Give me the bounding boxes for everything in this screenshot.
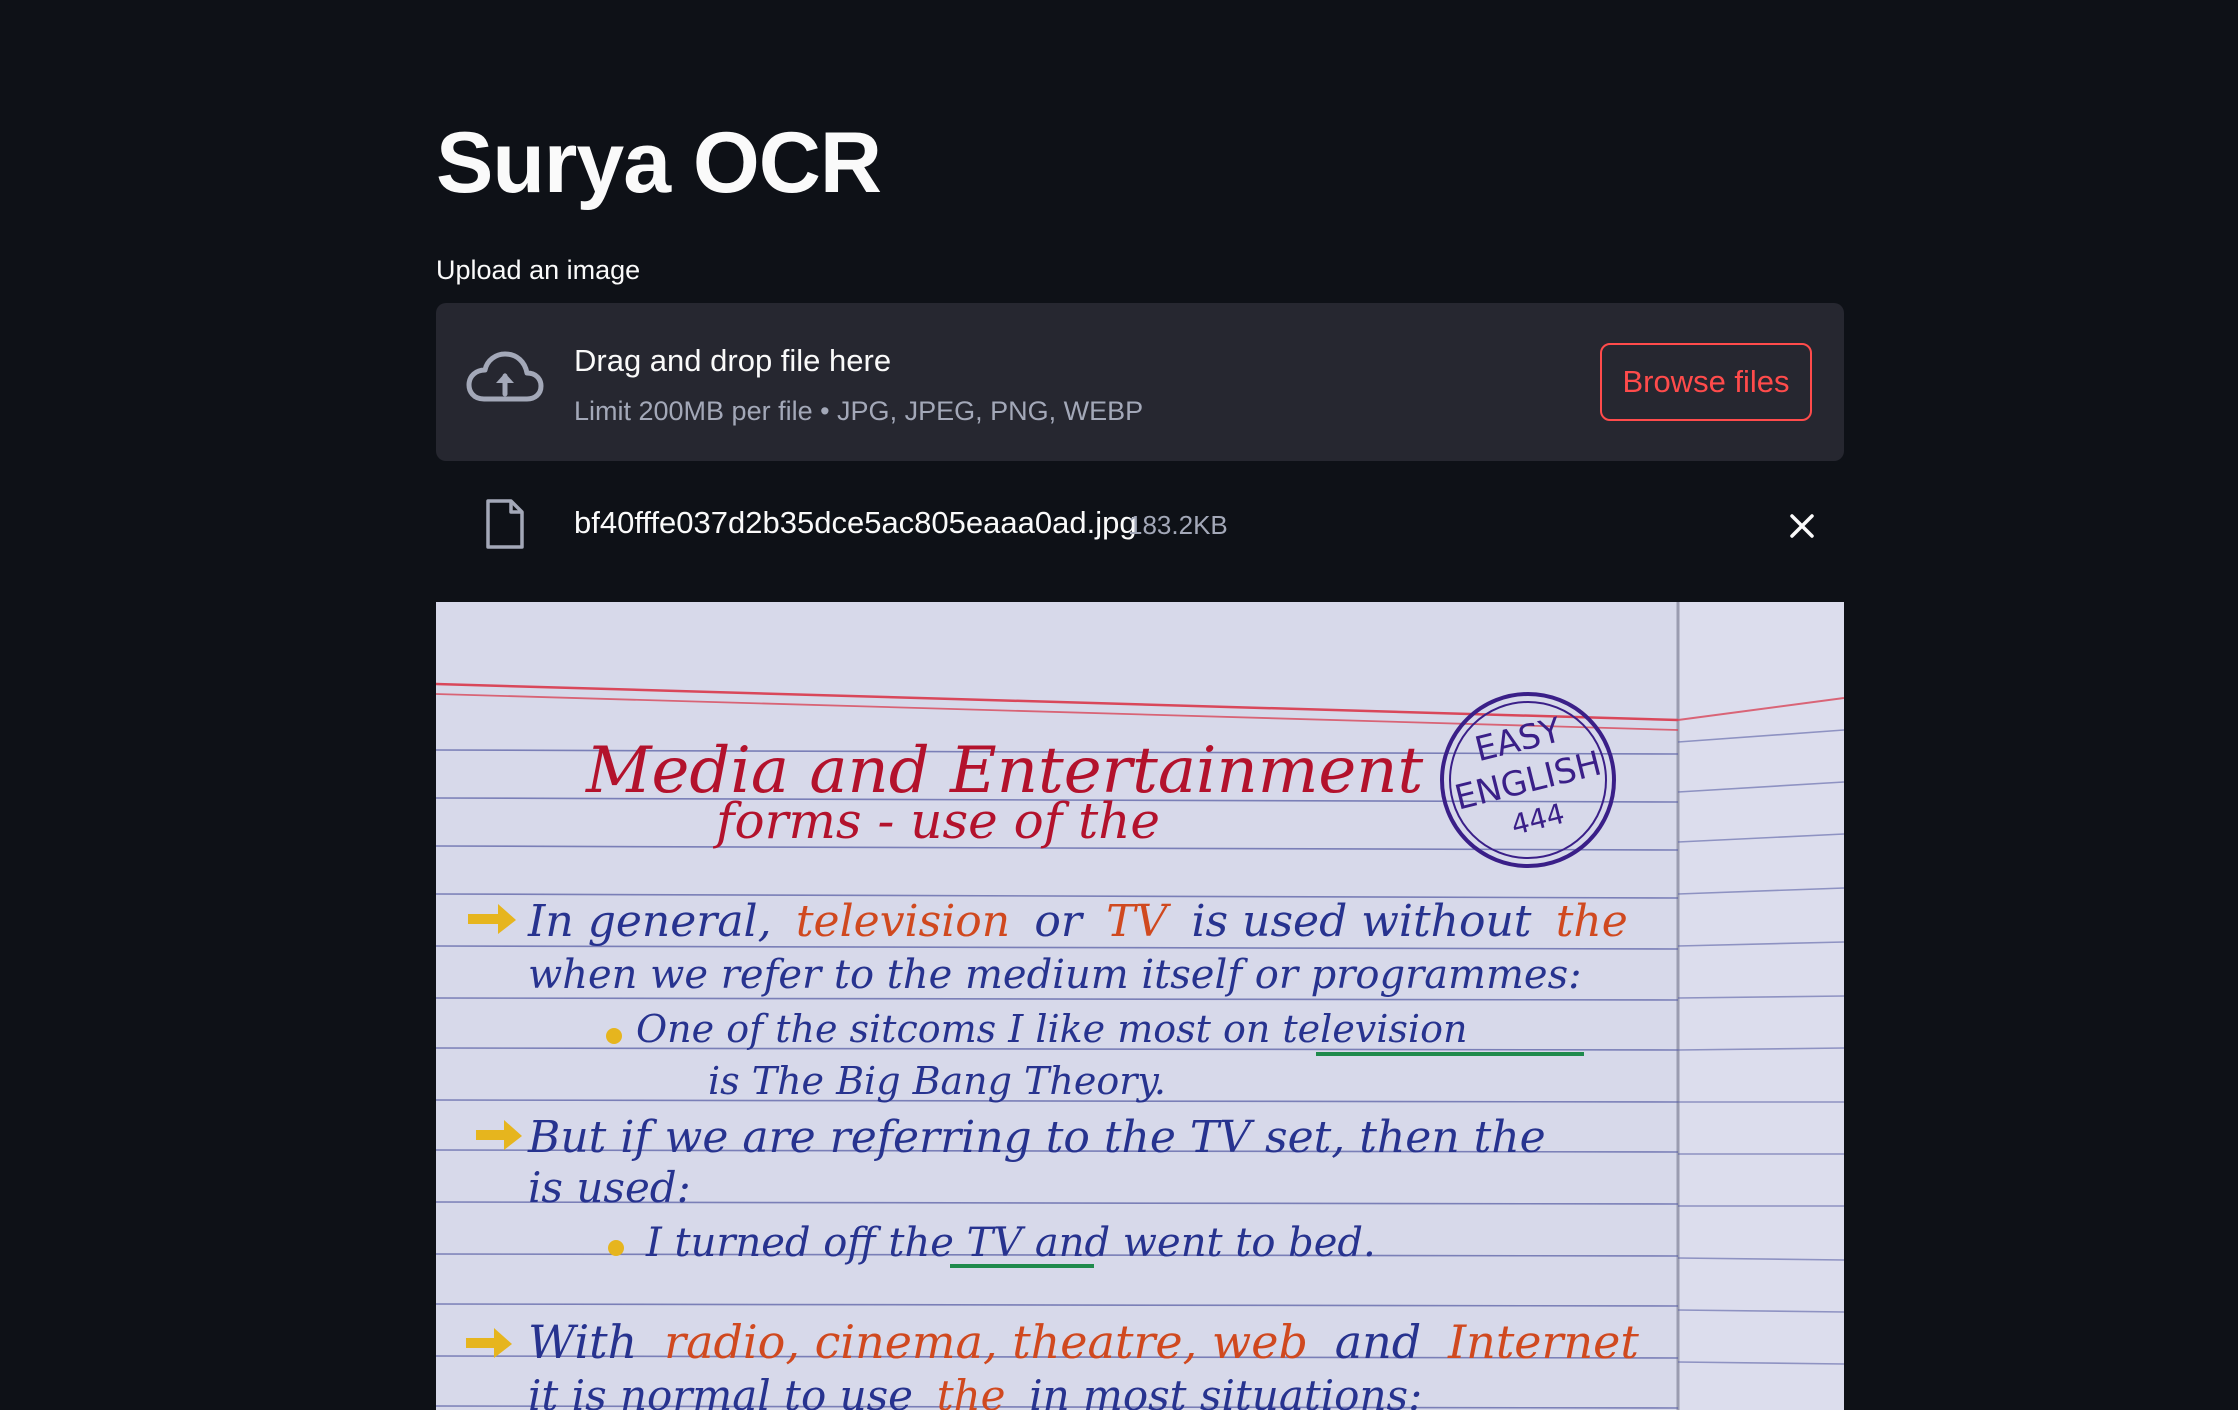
note-paragraph-2-line-2: is used: xyxy=(528,1163,691,1212)
dropzone-hint: Limit 200MB per file • JPG, JPEG, PNG, W… xyxy=(574,396,1144,426)
file-icon xyxy=(486,499,524,549)
note-paragraph-1-line-2: when we refer to the medium itself or pr… xyxy=(528,952,1582,998)
file-name: bf40fffe037d2b35dce5ac805eaaa0ad.jpg xyxy=(574,505,1137,540)
page-title: Surya OCR xyxy=(436,115,882,211)
dropzone-title: Drag and drop file here xyxy=(574,343,892,378)
uploaded-image-preview: Media and Entertainment forms - use of t… xyxy=(436,602,1844,1410)
note-example-1-line-2: is The Big Bang Theory. xyxy=(708,1059,1166,1103)
cloud-upload-icon xyxy=(466,351,544,402)
note-example-2: I turned off the TV and went to bed. xyxy=(645,1220,1376,1266)
browse-files-button[interactable]: Browse files xyxy=(1600,343,1812,421)
file-dropzone[interactable]: Drag and drop file here Limit 200MB per … xyxy=(436,303,1844,461)
note-paragraph-2-line-1: But if we are referring to the TV set, t… xyxy=(527,1112,1546,1163)
note-paragraph-3-line-2: it is normal to use the in most situatio… xyxy=(528,1371,1422,1410)
uploaded-file-row: bf40fffe037d2b35dce5ac805eaaa0ad.jpg 183… xyxy=(436,482,1844,562)
file-size: 183.2KB xyxy=(1128,510,1228,540)
note-paragraph-1-line-1: In general, television or TV is used wit… xyxy=(527,896,1628,947)
note-paragraph-3-line-1: With radio, cinema, theatre, web and Int… xyxy=(528,1315,1639,1369)
upload-label: Upload an image xyxy=(436,255,641,285)
note-example-1-line-1: One of the sitcoms I like most on televi… xyxy=(636,1007,1467,1051)
close-icon[interactable] xyxy=(1782,506,1822,546)
note-title-line2: forms - use of the xyxy=(712,792,1160,850)
